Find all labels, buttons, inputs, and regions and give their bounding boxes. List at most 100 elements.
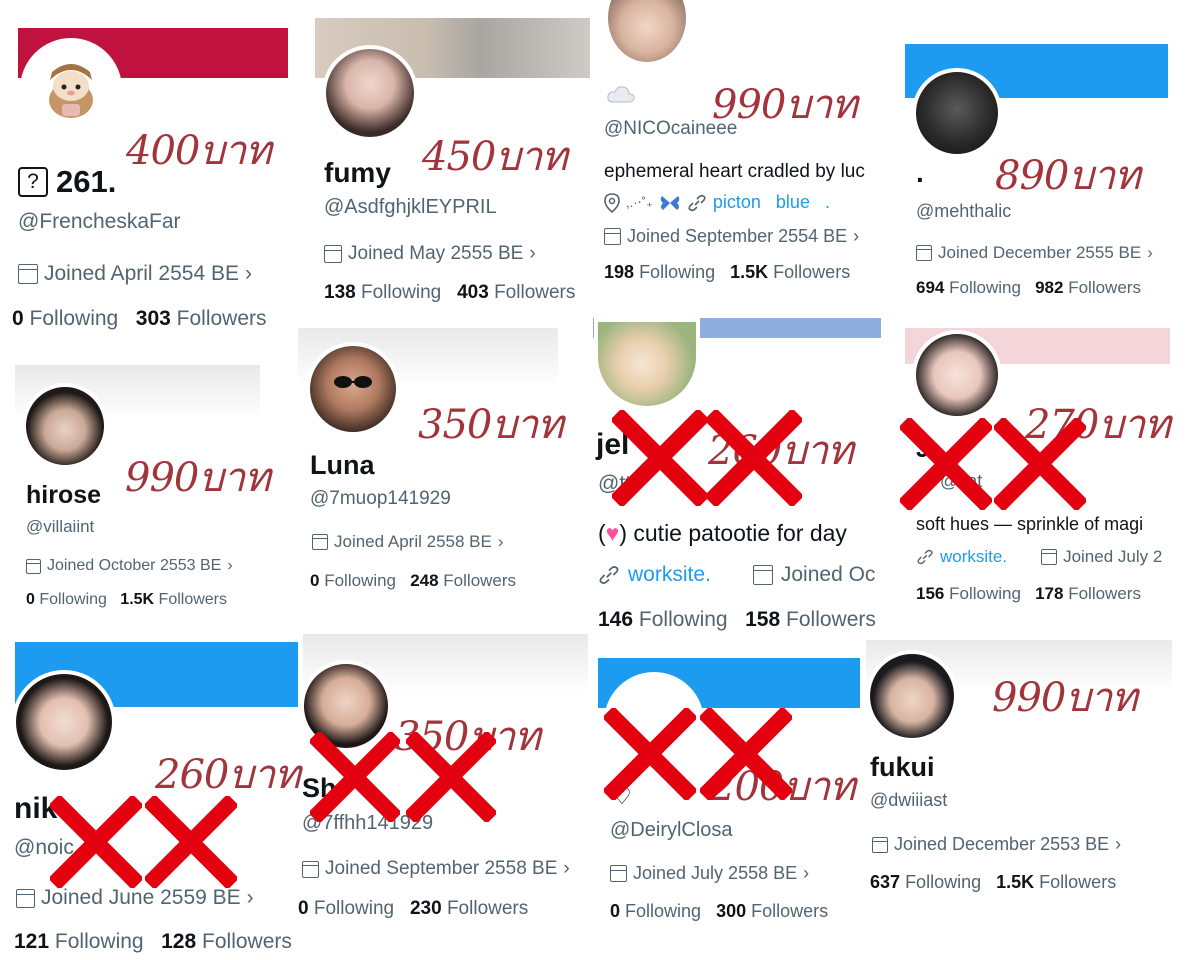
joined-date[interactable]: Joined July 2558 BE › bbox=[610, 863, 809, 884]
avatar[interactable] bbox=[322, 45, 418, 141]
sold-x-mark-icon bbox=[145, 796, 237, 888]
price-suffix: บาท bbox=[1098, 402, 1170, 448]
following-link[interactable]: 138 Following bbox=[324, 282, 441, 303]
sold-x-mark-icon bbox=[700, 708, 792, 800]
location-pin-icon bbox=[604, 192, 620, 213]
joined-date[interactable]: Joined October 2553 BE › bbox=[26, 557, 233, 575]
avatar[interactable] bbox=[306, 342, 400, 436]
avatar[interactable] bbox=[912, 68, 1002, 158]
username: @FrencheskaFar bbox=[18, 210, 181, 233]
followers-link[interactable]: 1.5K Followers bbox=[730, 262, 850, 282]
butterfly-icon bbox=[660, 195, 680, 210]
following-link[interactable]: 0 Following bbox=[12, 307, 118, 330]
followers-count: 128 bbox=[161, 930, 197, 953]
followers-link[interactable]: 178 Followers bbox=[1035, 584, 1141, 603]
joined-date[interactable]: Joined May 2555 BE › bbox=[324, 243, 536, 265]
price-suffix: บาท bbox=[199, 128, 271, 174]
following-link[interactable]: 637 Following bbox=[870, 872, 981, 892]
profile-meta-row: worksite. Joined July 2 bbox=[916, 547, 1170, 567]
followers-link[interactable]: 128 Followers bbox=[161, 930, 292, 953]
website-link[interactable]: worksite. bbox=[940, 547, 1007, 567]
website-link[interactable]: picton blue . bbox=[713, 192, 830, 213]
sold-x-mark-icon bbox=[706, 410, 802, 506]
joined-text: Joined September 2554 BE bbox=[627, 226, 848, 246]
joined-date[interactable]: Joined April 2558 BE › bbox=[312, 532, 504, 552]
display-name: hirose bbox=[26, 481, 102, 509]
sunglasses-icon bbox=[334, 376, 372, 388]
joined-date[interactable]: Joined June 2559 BE › bbox=[16, 886, 254, 910]
calendar-icon bbox=[324, 245, 342, 263]
avatar[interactable] bbox=[912, 330, 1002, 420]
joined-date[interactable]: Joined September 2554 BE › bbox=[604, 226, 859, 247]
chevron-right-icon: › bbox=[803, 863, 810, 883]
followers-label: Followers bbox=[751, 901, 829, 921]
followers-label: Followers bbox=[1068, 278, 1141, 297]
price-suffix: บาท bbox=[491, 402, 563, 448]
price-suffix: บาท bbox=[495, 134, 567, 180]
location-text: ,.·‧˚₊ bbox=[626, 194, 653, 210]
username: @dwiiiast bbox=[870, 790, 948, 810]
following-link[interactable]: 198 Following bbox=[604, 262, 715, 282]
joined-text: Joined July 2 bbox=[1063, 547, 1163, 566]
calendar-icon bbox=[16, 888, 35, 908]
following-link[interactable]: 121 Following bbox=[14, 930, 144, 953]
avatar[interactable] bbox=[20, 38, 122, 140]
calendar-icon bbox=[610, 865, 627, 882]
avatar[interactable] bbox=[604, 0, 690, 66]
avatar[interactable] bbox=[22, 383, 108, 469]
followers-count: 300 bbox=[716, 901, 747, 921]
chevron-right-icon: › bbox=[853, 226, 860, 246]
followers-count: 982 bbox=[1035, 278, 1064, 297]
follow-stats: 694 Following 982 Followers bbox=[916, 278, 1141, 298]
following-link[interactable]: 156 Following bbox=[916, 584, 1021, 603]
price-tag: 990บาท bbox=[992, 665, 1138, 729]
following-count: 637 bbox=[870, 872, 901, 892]
avatar[interactable] bbox=[594, 318, 700, 410]
username: @mehthalic bbox=[916, 201, 1012, 221]
following-link[interactable]: 694 Following bbox=[916, 278, 1021, 297]
follow-stats: 138 Following 403 Followers bbox=[324, 282, 575, 304]
joined-date[interactable]: Joined April 2554 BE › bbox=[18, 262, 252, 286]
following-link[interactable]: 0 Following bbox=[26, 591, 107, 608]
cloud-icon bbox=[606, 84, 636, 109]
follow-stats: 0 Following 248 Followers bbox=[310, 571, 516, 591]
followers-link[interactable]: 300 Followers bbox=[716, 901, 828, 921]
website-link[interactable]: worksite. bbox=[628, 563, 711, 587]
avatar[interactable] bbox=[866, 650, 958, 742]
calendar-icon bbox=[916, 245, 932, 261]
following-label: Following bbox=[905, 872, 982, 892]
followers-count: 303 bbox=[135, 307, 171, 330]
following-link[interactable]: 0 Following bbox=[610, 901, 701, 921]
following-count: 146 bbox=[598, 608, 634, 631]
following-link[interactable]: 0 Following bbox=[310, 571, 396, 590]
followers-link[interactable]: 230 Followers bbox=[410, 898, 528, 919]
followers-label: Followers bbox=[786, 608, 876, 631]
following-link[interactable]: 146 Following bbox=[598, 608, 728, 631]
followers-link[interactable]: 982 Followers bbox=[1035, 278, 1141, 297]
username: @7muop141929 bbox=[310, 488, 451, 509]
chevron-right-icon: › bbox=[1147, 243, 1153, 262]
calendar-icon bbox=[604, 228, 621, 245]
followers-link[interactable]: 403 Followers bbox=[457, 282, 575, 303]
followers-link[interactable]: 248 Followers bbox=[410, 571, 516, 590]
bear-avatar-icon bbox=[49, 64, 93, 118]
followers-link[interactable]: 158 Followers bbox=[745, 608, 876, 631]
joined-date[interactable]: Joined December 2555 BE › bbox=[916, 243, 1153, 263]
price-suffix: บาท bbox=[1065, 675, 1137, 721]
avatar[interactable] bbox=[12, 670, 116, 774]
following-count: 0 bbox=[310, 571, 320, 590]
sold-x-mark-icon bbox=[994, 418, 1086, 510]
followers-count: 178 bbox=[1035, 584, 1064, 603]
sold-x-mark-icon bbox=[310, 732, 400, 822]
following-count: 198 bbox=[604, 262, 635, 282]
followers-link[interactable]: 303 Followers bbox=[136, 307, 267, 330]
chevron-right-icon: › bbox=[246, 886, 254, 909]
joined-date[interactable]: Joined December 2553 BE › bbox=[872, 834, 1121, 855]
following-link[interactable]: 0 Following bbox=[298, 898, 394, 919]
joined-date[interactable]: Joined September 2558 BE › bbox=[302, 858, 570, 880]
followers-link[interactable]: 1.5K Followers bbox=[120, 591, 227, 608]
joined-text: Joined December 2553 BE bbox=[894, 834, 1110, 854]
followers-link[interactable]: 1.5K Followers bbox=[996, 872, 1116, 892]
following-count: 0 bbox=[298, 898, 309, 919]
following-label: Following bbox=[360, 282, 442, 303]
